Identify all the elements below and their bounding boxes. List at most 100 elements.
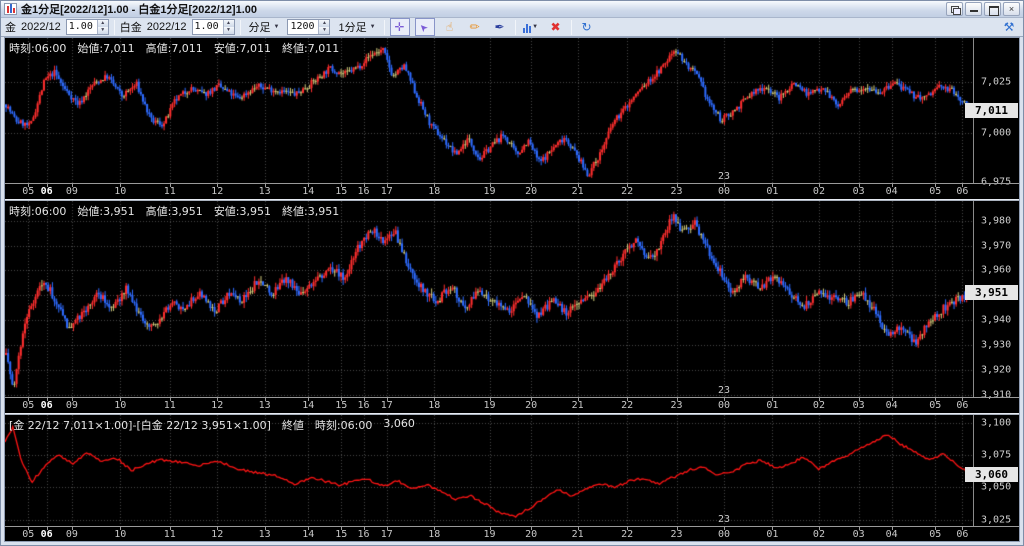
x-tick-label: 04 [886,529,898,540]
gold-chart-panel: 時刻:06:00始値:7,011高値:7,011安値:7,011終値:7,011… [5,38,1019,199]
toolbar: 金 2022/12 1.00 ▲ ▼ 白金 2022/12 1.00 ▲ ▼ 分… [1,18,1023,37]
period-type-dropdown[interactable]: 分足 ▼ [246,19,283,36]
delete-chart-button[interactable]: ✖ [546,18,566,36]
x-tick-label: 05 [929,529,941,540]
spinner-up-button[interactable]: ▲ [319,20,329,27]
x-tick-label: 14 [302,400,314,411]
y-tick-label: 3,050 [981,482,1011,493]
x-tick-label: 13 [259,529,271,540]
x-tick-label: 14 [302,529,314,540]
gold-time-axis: 0506091011121314151617181920212223000102… [5,183,1019,199]
x-tick-label: 05 [22,186,34,197]
chart-type-button[interactable]: ▼ [521,18,541,36]
x-tick-label: 20 [525,186,537,197]
current-price-box: 3,060 [965,467,1018,482]
x-tick-label: 06 [956,400,968,411]
select-tool-button[interactable]: ➤ [415,18,435,36]
x-tick-label: 16 [357,186,369,197]
info-segment: 時刻:06:00 [9,203,66,219]
maximize-button[interactable] [984,2,1001,16]
gold-candlestick-canvas[interactable] [5,38,974,183]
x-tick-label: 12 [211,400,223,411]
date-label: 23 [718,171,730,182]
x-tick-label: 06 [956,186,968,197]
spread-chart-panel: [金 22/12 7,011×1.00]-[白金 22/12 3,951×1.0… [5,415,1019,541]
x-tick-label: 23 [670,400,682,411]
platinum-info-line: 時刻:06:00始値:3,951高値:3,951安値:3,951終値:3,951 [9,203,339,219]
x-tick-label: 11 [164,400,176,411]
x-tick-label: 18 [428,186,440,197]
x-tick-label: 16 [357,529,369,540]
gold-price-axis: 7,0257,0006,9757,011 [975,38,1019,183]
annotate-tool-button[interactable]: ✒ [490,18,510,36]
x-tick-label: 06 [41,186,53,197]
spinner-up-button[interactable]: ▲ [224,20,234,27]
x-tick-label: 06 [41,529,53,540]
y-tick-label: 3,940 [981,315,1011,326]
timeframe-value: 1分足 [338,19,366,35]
title-bar[interactable]: 金1分足[2022/12]1.00 - 白金1分足[2022/12]1.00 × [1,1,1023,18]
spinner-down-button[interactable]: ▼ [224,27,234,34]
x-tick-label: 18 [428,400,440,411]
x-tick-label: 02 [813,186,825,197]
toolbar-separator [515,20,516,35]
platinum-multiplier-value: 1.00 [193,20,223,34]
info-segment: 高値:3,951 [146,203,203,219]
platinum-month-label: 2022/12 [147,21,187,33]
info-segment: 安値:7,011 [214,40,271,56]
crosshair-icon: ✛ [395,21,405,33]
refresh-icon: ↻ [582,21,592,33]
pan-tool-button[interactable]: ☝ [440,18,460,36]
x-tick-label: 15 [335,400,347,411]
gold-plot: 時刻:06:00始値:7,011高値:7,011安値:7,011終値:7,011… [5,38,974,183]
platinum-multiplier-spinner[interactable]: 1.00 ▲ ▼ [192,19,235,35]
crosshair-tool-button[interactable]: ✛ [390,18,410,36]
toolbar-separator [571,20,572,35]
x-tick-label: 23 [670,186,682,197]
spread-info-line: [金 22/12 7,011×1.00]-[白金 22/12 3,951×1.0… [9,417,415,433]
timeframe-dropdown[interactable]: 1分足 ▼ [335,19,378,36]
x-tick-label: 10 [114,186,126,197]
info-segment: 安値:3,951 [214,203,271,219]
spread-time-axis: 0506091011121314151617181920212223000102… [5,526,1019,541]
toolbar-separator [384,20,385,35]
info-segment: 終値 [282,417,304,433]
x-tick-label: 00 [718,186,730,197]
y-tick-label: 3,025 [981,514,1011,525]
x-tick-label: 10 [114,529,126,540]
spread-plot: [金 22/12 7,011×1.00]-[白金 22/12 3,951×1.0… [5,415,974,526]
settings-button[interactable]: ⚒ [999,18,1019,36]
x-tick-label: 11 [164,186,176,197]
info-segment: 時刻:06:00 [315,417,372,433]
wrench-icon: ⚒ [1004,21,1015,33]
date-label: 23 [718,385,730,396]
spinner-up-button[interactable]: ▲ [98,20,108,27]
x-tick-label: 17 [381,529,393,540]
x-tick-label: 06 [956,529,968,540]
close-button[interactable]: × [1003,2,1020,16]
platinum-candlestick-canvas[interactable] [5,201,974,397]
x-tick-label: 12 [211,186,223,197]
minimize-button[interactable] [965,2,982,16]
x-tick-label: 03 [853,186,865,197]
x-tick-label: 05 [929,400,941,411]
spinner-down-button[interactable]: ▼ [319,27,329,34]
hand-icon: ☝ [446,21,453,33]
bar-count-spinner[interactable]: 1200 ▲ ▼ [287,19,330,35]
toolbar-separator [114,20,115,35]
draw-tool-button[interactable]: ✏ [465,18,485,36]
x-tick-label: 21 [572,400,584,411]
app-window: 金1分足[2022/12]1.00 - 白金1分足[2022/12]1.00 ×… [0,0,1024,546]
toolbar-separator [240,20,241,35]
x-tick-label: 09 [66,186,78,197]
float-window-button[interactable] [946,2,963,16]
x-tick-label: 21 [572,186,584,197]
gold-multiplier-spinner[interactable]: 1.00 ▲ ▼ [66,19,109,35]
x-tick-label: 05 [22,400,34,411]
spinner-down-button[interactable]: ▼ [98,27,108,34]
x-tick-label: 11 [164,529,176,540]
x-tick-label: 13 [259,400,271,411]
refresh-button[interactable]: ↻ [577,18,597,36]
x-tick-label: 01 [766,186,778,197]
x-tick-label: 04 [886,400,898,411]
